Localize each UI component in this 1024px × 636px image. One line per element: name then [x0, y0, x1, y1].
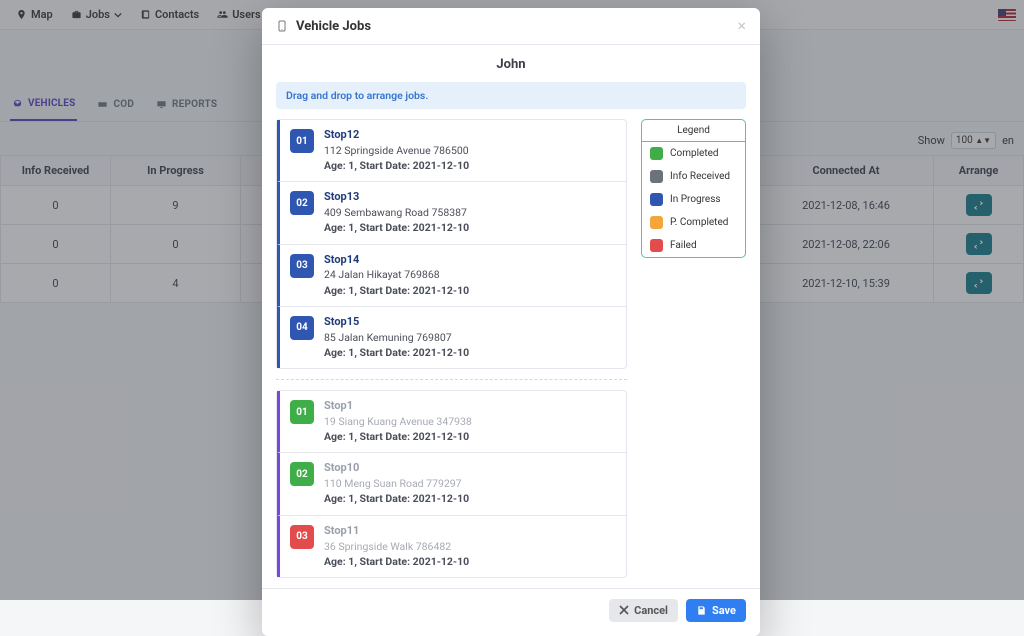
- job-title: Stop13: [324, 190, 469, 205]
- job-meta: Age: 1, Start Date: 2021-12-10: [324, 491, 469, 506]
- jobs-column: 01Stop12112 Springside Avenue 786500Age:…: [276, 119, 627, 578]
- job-row[interactable]: 02 Stop13409 Sembawang Road 758387Age: 1,…: [277, 181, 626, 243]
- job-number-badge: 02: [290, 462, 314, 486]
- job-number-badge: 03: [290, 254, 314, 278]
- driver-name: John: [276, 57, 746, 72]
- job-row: 03 Stop1136 Springside Walk 786482Age: 1,…: [277, 515, 626, 577]
- job-address: 36 Springside Walk 786482: [324, 539, 469, 554]
- legend-label: Completed: [670, 148, 719, 159]
- job-meta: Age: 1, Start Date: 2021-12-10: [324, 283, 469, 298]
- job-title: Stop15: [324, 315, 469, 330]
- vehicle-jobs-modal: Vehicle Jobs × John Drag and drop to arr…: [262, 8, 760, 636]
- job-address: 112 Springside Avenue 786500: [324, 143, 469, 158]
- group-separator: [276, 379, 627, 380]
- job-title: Stop11: [324, 524, 469, 539]
- legend-label: Info Received: [670, 171, 730, 182]
- modal-title: Vehicle Jobs: [296, 19, 371, 34]
- jobs-pending-card[interactable]: 01Stop12112 Springside Avenue 786500Age:…: [276, 119, 627, 369]
- legend-row: In Progress: [642, 188, 745, 211]
- job-meta: Age: 1, Start Date: 2021-12-10: [324, 220, 469, 235]
- legend-label: Failed: [670, 240, 697, 251]
- legend-row: Failed: [642, 234, 745, 257]
- legend-row: P. Completed: [642, 211, 745, 234]
- job-address: 409 Sembawang Road 758387: [324, 205, 469, 220]
- save-label: Save: [712, 604, 736, 617]
- job-title: Stop1: [324, 399, 472, 414]
- legend: Legend Completed Info Received In Progress…: [641, 119, 746, 258]
- cancel-label: Cancel: [634, 604, 668, 617]
- job-meta: Age: 1, Start Date: 2021-12-10: [324, 554, 469, 569]
- phone-icon: [276, 19, 288, 33]
- close-button[interactable]: ×: [737, 18, 746, 34]
- job-row[interactable]: 03 Stop1424 Jalan Hikayat 769868Age: 1, S…: [277, 244, 626, 306]
- save-button[interactable]: Save: [686, 599, 746, 622]
- job-title: Stop12: [324, 128, 469, 143]
- job-number-badge: 04: [290, 316, 314, 340]
- job-title: Stop14: [324, 253, 469, 268]
- legend-title: Legend: [642, 120, 745, 142]
- modal-header: Vehicle Jobs ×: [262, 8, 760, 45]
- job-title: Stop10: [324, 461, 469, 476]
- job-number-badge: 01: [290, 129, 314, 153]
- job-address: 19 Siang Kuang Avenue 347938: [324, 414, 472, 429]
- save-icon: [696, 605, 707, 616]
- job-meta: Age: 1, Start Date: 2021-12-10: [324, 158, 469, 173]
- job-number-badge: 01: [290, 400, 314, 424]
- legend-swatch: [650, 239, 663, 252]
- job-row[interactable]: 01 Stop12112 Springside Avenue 786500Age:…: [277, 120, 626, 181]
- jobs-done-card: 01Stop119 Siang Kuang Avenue 347938Age: …: [276, 390, 627, 578]
- job-number-badge: 02: [290, 191, 314, 215]
- legend-swatch: [650, 147, 663, 160]
- job-number-badge: 03: [290, 525, 314, 549]
- job-meta: Age: 1, Start Date: 2021-12-10: [324, 429, 472, 444]
- modal-footer: Cancel Save: [262, 588, 760, 636]
- job-address: 85 Jalan Kemuning 769807: [324, 330, 469, 345]
- job-row: 02 Stop10110 Meng Suan Road 779297Age: 1,…: [277, 452, 626, 514]
- job-row: 01 Stop119 Siang Kuang Avenue 347938Age: …: [277, 391, 626, 452]
- job-address: 24 Jalan Hikayat 769868: [324, 267, 469, 282]
- legend-swatch: [650, 193, 663, 206]
- info-banner: Drag and drop to arrange jobs.: [276, 82, 746, 109]
- legend-swatch: [650, 216, 663, 229]
- close-icon: [619, 605, 629, 615]
- legend-label: In Progress: [670, 194, 721, 205]
- job-row[interactable]: 04 Stop1585 Jalan Kemuning 769807Age: 1, …: [277, 306, 626, 368]
- job-address: 110 Meng Suan Road 779297: [324, 476, 469, 491]
- job-meta: Age: 1, Start Date: 2021-12-10: [324, 345, 469, 360]
- legend-label: P. Completed: [670, 217, 728, 228]
- cancel-button[interactable]: Cancel: [609, 599, 678, 622]
- legend-row: Info Received: [642, 165, 745, 188]
- legend-swatch: [650, 170, 663, 183]
- legend-row: Completed: [642, 142, 745, 165]
